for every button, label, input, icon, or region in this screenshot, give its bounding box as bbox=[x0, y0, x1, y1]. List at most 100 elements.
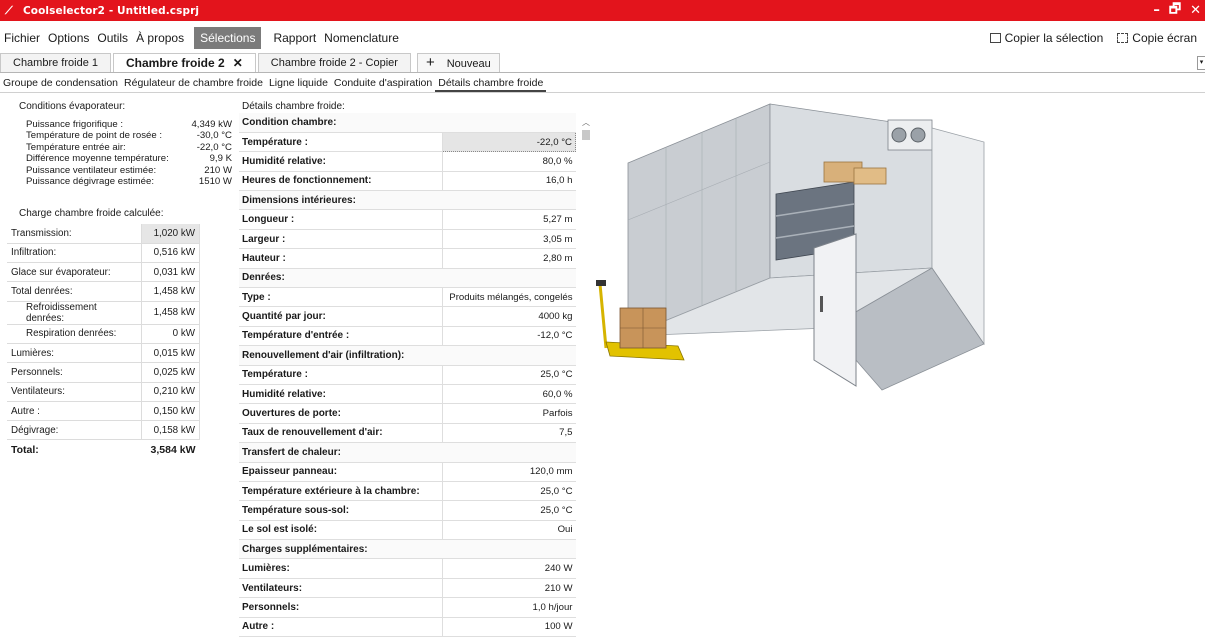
table-row: Transmission: 1,020 kW bbox=[7, 224, 200, 244]
row-label: Lumières: bbox=[239, 558, 443, 579]
row-value: 0,150 kW bbox=[140, 401, 200, 422]
row-value bbox=[442, 345, 576, 366]
menu-outils[interactable]: Outils bbox=[93, 27, 132, 49]
fan-icon bbox=[891, 127, 907, 143]
other-field[interactable]: 100 W bbox=[442, 617, 576, 637]
details-scrollbar[interactable]: ︿ bbox=[580, 118, 592, 148]
plus-icon: + bbox=[425, 54, 435, 71]
table-row: Dégivrage: 0,158 kW bbox=[7, 420, 200, 441]
subtab-conduite-aspiration[interactable]: Conduite d'aspiration bbox=[331, 76, 435, 92]
door-openings-field[interactable]: Parfois bbox=[442, 403, 576, 424]
row-value: 3,584 kW bbox=[150, 443, 196, 456]
minimize-icon[interactable]: – bbox=[1153, 3, 1160, 18]
row-value bbox=[442, 539, 576, 560]
menu-selections[interactable]: Sélections bbox=[194, 27, 262, 49]
row-value: 1,458 kW bbox=[140, 301, 200, 325]
row-label: Personnels: bbox=[239, 597, 443, 618]
table-row: Le sol est isolé: Oui bbox=[239, 520, 576, 541]
tab-chambre-froide-1[interactable]: Chambre froide 1 bbox=[0, 53, 111, 72]
width-field[interactable]: 3,05 m bbox=[442, 229, 576, 250]
row-label: Humidité relative: bbox=[239, 384, 443, 405]
tab-chambre-froide-2-copier[interactable]: Chambre froide 2 - Copier bbox=[257, 53, 411, 72]
subtab-regulateur[interactable]: Régulateur de chambre froide bbox=[121, 76, 266, 92]
new-tab-button[interactable]: + Nouveau bbox=[416, 53, 500, 72]
row-value: 1,020 kW bbox=[140, 224, 200, 244]
table-row: Humidité relative: 80,0 % bbox=[239, 151, 576, 172]
copy-icon bbox=[989, 33, 1001, 43]
personnel-field[interactable]: 1,0 h/jour bbox=[442, 597, 576, 618]
close-tab-icon[interactable]: ✕ bbox=[233, 56, 243, 70]
table-row: Personnels: 0,025 kW bbox=[7, 362, 200, 383]
row-value: 0,015 kW bbox=[140, 343, 200, 364]
lights-field[interactable]: 240 W bbox=[442, 558, 576, 579]
row-label: Transmission: bbox=[7, 224, 141, 244]
copy-screen-button[interactable]: Copie écran bbox=[1117, 31, 1197, 45]
row-label: Largeur : bbox=[239, 229, 443, 250]
row-value: 0,025 kW bbox=[140, 362, 200, 383]
subtab-groupe-condensation[interactable]: Groupe de condensation bbox=[0, 76, 121, 92]
type-field[interactable]: Produits mélangés, congelés bbox=[442, 287, 576, 308]
section-row: Condition chambre: bbox=[239, 113, 576, 133]
hours-field[interactable]: 16,0 h bbox=[442, 171, 576, 192]
fans-field[interactable]: 210 W bbox=[442, 578, 576, 599]
menu-rapport[interactable]: Rapport bbox=[269, 27, 320, 49]
copy-selection-label: Copier la sélection bbox=[1004, 31, 1104, 45]
scroll-thumb[interactable] bbox=[582, 130, 590, 140]
restore-icon[interactable]: 🗗 bbox=[1169, 0, 1181, 22]
evaporator-heading: Conditions évaporateur: bbox=[19, 101, 126, 112]
table-row: Refroidissement denrées: 1,458 kW bbox=[7, 301, 200, 325]
quantity-field[interactable]: 4000 kg bbox=[442, 306, 576, 327]
scroll-up-icon[interactable]: ︿ bbox=[580, 118, 592, 128]
table-row: Température extérieure à la chambre: 25,0… bbox=[239, 481, 576, 502]
row-label: Température extérieure à la chambre: bbox=[239, 481, 443, 502]
floor-insulated-field[interactable]: Oui bbox=[442, 520, 576, 541]
title-bar: ⟋ Coolselector2 - Untitled.csprj – 🗗 ✕ bbox=[0, 0, 1205, 21]
subsoil-temperature-field[interactable]: 25,0 °C bbox=[442, 500, 576, 521]
row-label: Ventilateurs: bbox=[239, 578, 443, 599]
item-label: Puissance dégivrage estimée: bbox=[26, 176, 154, 188]
item-value: -30,0 °C bbox=[196, 130, 232, 142]
outside-temperature-field[interactable]: 25,0 °C bbox=[442, 481, 576, 502]
list-item: Différence moyenne température: 9,9 K bbox=[26, 153, 232, 164]
length-field[interactable]: 5,27 m bbox=[442, 209, 576, 230]
menu-options[interactable]: Options bbox=[44, 27, 93, 49]
panel-thickness-field[interactable]: 120,0 mm bbox=[442, 462, 576, 482]
cold-room-illustration bbox=[596, 103, 985, 391]
row-label: Autre : bbox=[239, 617, 443, 637]
menu-a-propos[interactable]: À propos bbox=[132, 27, 188, 49]
row-value: 0,210 kW bbox=[140, 382, 200, 402]
item-value: 9,9 K bbox=[209, 153, 232, 165]
row-label: Glace sur évaporateur: bbox=[7, 262, 141, 283]
height-field[interactable]: 2,80 m bbox=[442, 248, 576, 269]
subtab-ligne-liquide[interactable]: Ligne liquide bbox=[266, 76, 331, 92]
section-row: Denrées: bbox=[239, 268, 576, 289]
table-row: Autre :0,150 kW bbox=[7, 401, 200, 422]
row-value: 0,031 kW bbox=[140, 262, 200, 283]
row-value bbox=[442, 442, 576, 463]
air-change-rate-field[interactable]: 7,5 bbox=[442, 423, 576, 444]
close-icon[interactable]: ✕ bbox=[1190, 3, 1201, 18]
copy-selection-button[interactable]: Copier la sélection bbox=[989, 31, 1104, 45]
entry-temperature-field[interactable]: -12,0 °C bbox=[442, 326, 576, 347]
subtab-details-chambre[interactable]: Détails chambre froide bbox=[435, 76, 547, 92]
section-row: Dimensions intérieures: bbox=[239, 190, 576, 211]
table-row: Humidité relative: 60,0 % bbox=[239, 384, 576, 405]
list-item: Puissance dégivrage estimée: 1510 W bbox=[26, 176, 232, 187]
air-temperature-field[interactable]: 25,0 °C bbox=[442, 365, 576, 385]
section-row: Transfert de chaleur: bbox=[239, 442, 576, 463]
row-value: 0,516 kW bbox=[140, 243, 200, 264]
section-label: Denrées: bbox=[239, 268, 442, 289]
item-value: 4,349 kW bbox=[191, 119, 232, 130]
humidity-field[interactable]: 80,0 % bbox=[442, 151, 576, 172]
temperature-field[interactable]: -22,0 °C bbox=[441, 131, 576, 153]
menu-nomenclature[interactable]: Nomenclature bbox=[320, 27, 403, 49]
tab-chambre-froide-2[interactable]: Chambre froide 2 ✕ bbox=[113, 53, 256, 72]
details-heading: Détails chambre froide: bbox=[242, 101, 345, 112]
menu-fichier[interactable]: Fichier bbox=[0, 27, 44, 49]
air-humidity-field[interactable]: 60,0 % bbox=[442, 384, 576, 405]
item-label: Température de point de rosée : bbox=[26, 130, 162, 142]
tab-scroll-icon[interactable]: ▾ bbox=[1197, 56, 1205, 70]
row-label: Température sous-sol: bbox=[239, 500, 443, 521]
table-row: Longueur :5,27 m bbox=[239, 209, 576, 230]
table-row: Infiltration: 0,516 kW bbox=[7, 243, 200, 264]
